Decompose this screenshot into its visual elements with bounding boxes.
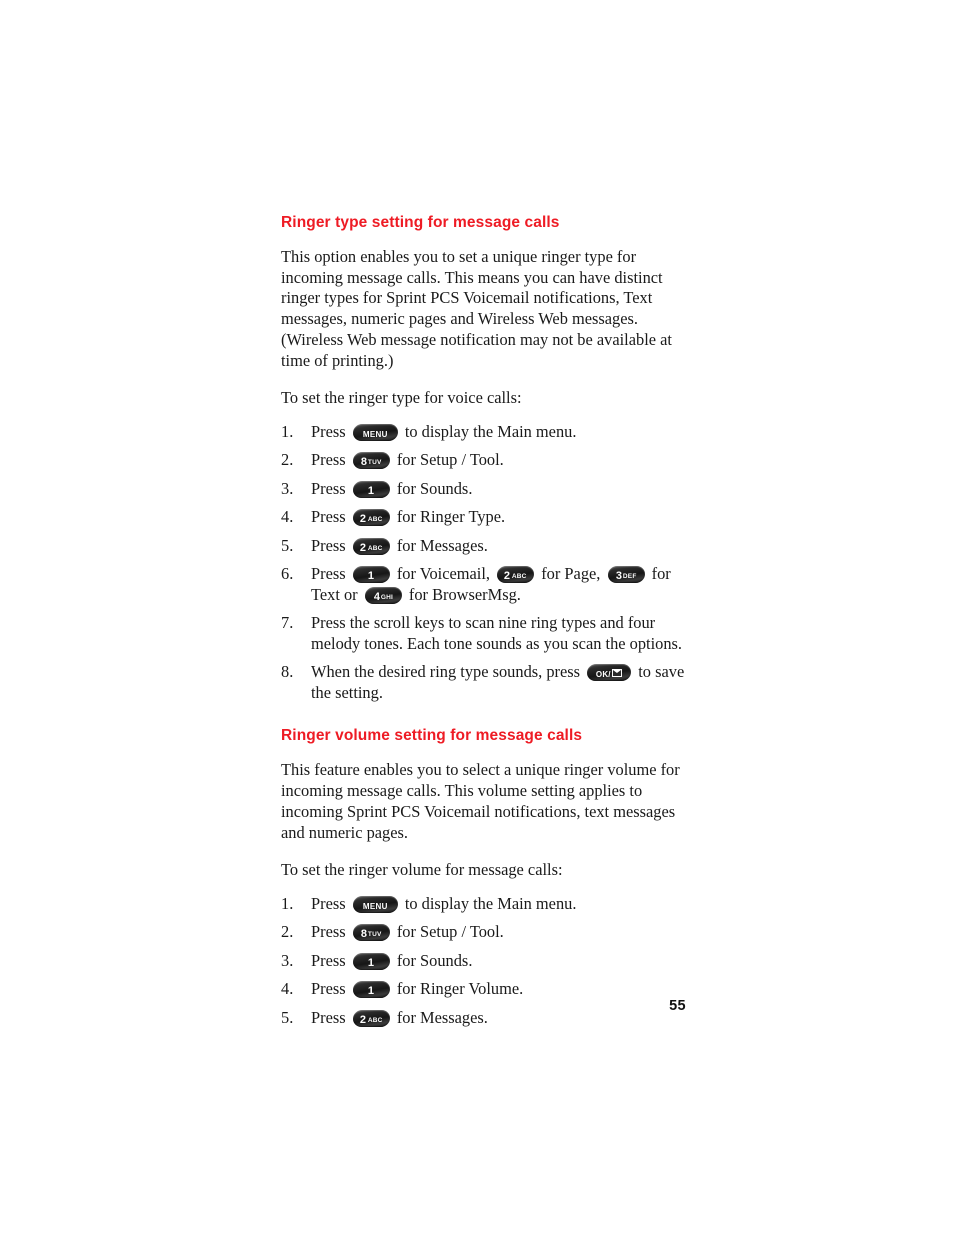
step-text-fragment: to display the Main menu. — [404, 421, 577, 441]
step-text: Press the scroll keys to scan nine ring … — [311, 613, 682, 653]
step-text-fragment: Press — [311, 478, 346, 498]
step-number: 5. — [281, 1007, 294, 1027]
step-text-fragment: for Messages. — [396, 1007, 488, 1027]
phone-key-menu-icon: MENU — [352, 423, 399, 441]
step-text-fragment: When the desired ring type sounds, press — [311, 662, 581, 682]
step-text-fragment: Press the scroll keys to scan nine ring … — [311, 613, 683, 653]
procedure-step: 5. Press 2ABC for Messages. — [281, 1008, 691, 1029]
step-text-fragment: Press — [311, 535, 346, 555]
step-number: 2. — [281, 450, 294, 470]
step-number: 2. — [281, 922, 294, 942]
procedure-step: 7. Press the scroll keys to scan nine rin… — [281, 613, 691, 654]
step-text-fragment: for Sounds. — [396, 478, 473, 498]
phone-key-3-icon: 3DEF — [607, 566, 645, 584]
step-text: Press 2ABC for Messages. — [311, 1008, 488, 1027]
phone-key-2-icon: 2ABC — [496, 566, 535, 584]
phone-key-2-icon: 2ABC — [352, 537, 391, 555]
procedure-step: 3. Press 1 for Sounds. — [281, 951, 691, 972]
step-text-fragment: for Sounds. — [396, 950, 473, 970]
procedure-step: 3. Press 1 for Sounds. — [281, 479, 691, 500]
procedure-step: 8. When the desired ring type sounds, pre… — [281, 662, 691, 703]
phone-key-1-icon: 1 — [352, 952, 391, 970]
phone-key-1-icon: 1 — [352, 981, 391, 999]
step-number: 1. — [281, 893, 294, 913]
phone-key-4-icon: 4GHI — [364, 586, 403, 604]
step-number: 1. — [281, 421, 294, 441]
manual-page: Ringer type setting for message calls Thi… — [0, 0, 954, 1235]
step-text-fragment: for Ringer Type. — [396, 507, 506, 527]
step-number: 4. — [281, 979, 294, 999]
page-content: Ringer type setting for message calls Thi… — [281, 214, 691, 1036]
step-text: Press MENU to display the Main menu. — [311, 422, 576, 441]
procedure-step: 1. Press MENU to display the Main menu. — [281, 894, 691, 915]
step-number: 3. — [281, 478, 294, 498]
step-text: Press 1 for Ringer Volume. — [311, 979, 524, 999]
step-text-fragment: Press — [311, 979, 346, 999]
procedure-step: 6. Press 1 for Voicemail, 2ABC for Page, … — [281, 564, 691, 605]
step-text-fragment: Press — [311, 421, 346, 441]
body-paragraph: This option enables you to set a unique … — [281, 246, 672, 371]
procedure-step: 4. Press 2ABC for Ringer Type. — [281, 507, 691, 528]
section-1: Ringer type setting for message calls Thi… — [281, 214, 691, 703]
step-text-fragment: for Ringer Volume. — [396, 979, 524, 999]
procedure-lead-in: To set the ringer type for voice calls: — [281, 388, 522, 408]
procedure-step: 2. Press 8TUV for Setup / Tool. — [281, 450, 691, 471]
step-text: Press 8TUV for Setup / Tool. — [311, 922, 504, 942]
step-text: Press 1 for Sounds. — [311, 479, 472, 498]
procedure-step: 1. Press MENU to display the Main menu. — [281, 422, 691, 443]
procedure-step: 5. Press 2ABC for Messages. — [281, 536, 691, 557]
step-text-fragment: for Page, — [541, 564, 601, 584]
step-number: 8. — [281, 662, 294, 682]
step-number: 7. — [281, 613, 294, 633]
phone-key-1-icon: 1 — [352, 566, 391, 584]
step-text: Press 1 for Sounds. — [311, 951, 472, 970]
step-number: 6. — [281, 564, 294, 584]
step-number: 3. — [281, 950, 294, 970]
phone-key-2-icon: 2ABC — [352, 1009, 391, 1027]
step-text-fragment: Press — [311, 893, 346, 913]
procedure-step: 4. Press 1 for Ringer Volume. — [281, 979, 691, 1000]
page-number: 55 — [669, 998, 686, 1014]
procedure-steps: 1. Press MENU to display the Main menu. 2… — [281, 894, 691, 1029]
body-paragraph: This feature enables you to select a uni… — [281, 760, 680, 842]
step-text-fragment: for Setup / Tool. — [396, 450, 504, 470]
step-text-fragment: Press — [311, 507, 346, 527]
envelope-icon — [612, 669, 623, 678]
section-heading: Ringer volume setting for message calls — [281, 727, 583, 745]
step-text-fragment: for Setup / Tool. — [396, 922, 504, 942]
procedure-lead-in: To set the ringer volume for message cal… — [281, 859, 563, 879]
step-number: 4. — [281, 507, 294, 527]
step-text-fragment: Press — [311, 922, 346, 942]
step-text: When the desired ring type sounds, press… — [311, 662, 684, 702]
procedure-steps: 1. Press MENU to display the Main menu. 2… — [281, 422, 691, 704]
procedure-step: 2. Press 8TUV for Setup / Tool. — [281, 922, 691, 943]
phone-key-menu-icon: MENU — [352, 895, 399, 913]
phone-key-2-icon: 2ABC — [352, 509, 391, 527]
phone-key-1-icon: 1 — [352, 480, 391, 498]
step-text-fragment: for Voicemail, — [396, 564, 490, 584]
phone-key-8-icon: 8TUV — [352, 452, 391, 470]
step-text: Press 2ABC for Ringer Type. — [311, 507, 506, 527]
step-text: Press MENU to display the Main menu. — [311, 894, 576, 913]
step-text: Press 8TUV for Setup / Tool. — [311, 450, 504, 470]
step-text-fragment: Press — [311, 450, 346, 470]
step-text-fragment: Press — [311, 1007, 346, 1027]
step-text-fragment: Press — [311, 564, 346, 584]
step-text-fragment: for Messages. — [396, 535, 488, 555]
step-number: 5. — [281, 535, 294, 555]
step-text-fragment: for BrowserMsg. — [408, 584, 521, 604]
phone-key-ok-message-icon: OK/ — [586, 664, 632, 682]
step-text: Press 2ABC for Messages. — [311, 536, 488, 555]
phone-key-8-icon: 8TUV — [352, 924, 391, 942]
step-text-fragment: Press — [311, 950, 346, 970]
step-text: Press 1 for Voicemail, 2ABC for Page, 3D… — [311, 564, 671, 604]
section-heading: Ringer type setting for message calls — [281, 214, 560, 231]
step-text-fragment: to display the Main menu. — [404, 893, 577, 913]
section-2: Ringer volume setting for message calls T… — [281, 727, 691, 1028]
